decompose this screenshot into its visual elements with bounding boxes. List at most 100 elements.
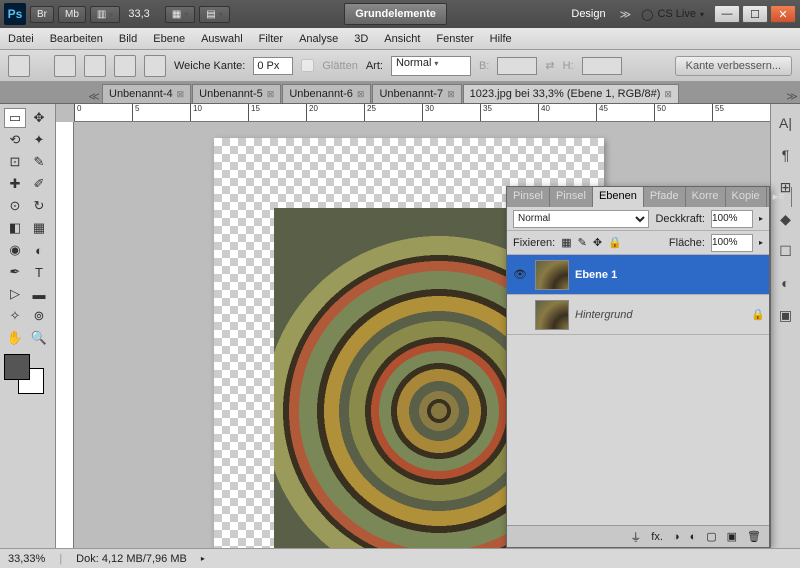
dodge-tool[interactable]: ◐	[28, 240, 50, 260]
layer-name[interactable]: Ebene 1	[575, 269, 617, 281]
menu-bearbeiten[interactable]: Bearbeiten	[50, 33, 103, 45]
history-brush-tool[interactable]: ↻	[28, 196, 50, 216]
paragraph-panel-icon[interactable]: ¶	[777, 146, 795, 164]
lock-pixels-icon[interactable]: ✎	[578, 236, 587, 249]
visibility-icon[interactable]: 👁	[511, 268, 529, 281]
layer-row[interactable]: Hintergrund 🔒	[507, 295, 769, 335]
menu-auswahl[interactable]: Auswahl	[201, 33, 243, 45]
new-layer-icon[interactable]: ▣	[727, 530, 737, 543]
lasso-tool[interactable]: ⟲	[4, 130, 26, 150]
lock-all-icon[interactable]: 🔒	[608, 236, 622, 249]
zoom-tool[interactable]: 🔍	[28, 328, 50, 348]
move-tool[interactable]: ✥	[28, 108, 50, 128]
doc-tab-active[interactable]: 1023.jpg bei 33,3% (Ebene 1, RGB/8#)⊠	[463, 84, 679, 103]
color-swatches[interactable]	[4, 354, 44, 394]
eyedropper-tool[interactable]: ✎	[28, 152, 50, 172]
selection-add[interactable]	[84, 55, 106, 77]
foreground-color[interactable]	[4, 354, 30, 380]
type-tool[interactable]: T	[28, 262, 50, 282]
layer-thumbnail[interactable]	[535, 300, 569, 330]
workspace-more[interactable]: ≫	[620, 8, 632, 21]
pen-tool[interactable]: ✒	[4, 262, 26, 282]
lock-transparency-icon[interactable]: ▦	[561, 236, 571, 249]
cs-live[interactable]: ◯CS Live▾	[635, 8, 710, 21]
fill-flyout-icon[interactable]: ▸	[759, 238, 763, 247]
opacity-input[interactable]	[711, 210, 753, 228]
brush-tool[interactable]: ✐	[28, 174, 50, 194]
menu-fenster[interactable]: Fenster	[436, 33, 473, 45]
panel-menu-icon[interactable]: ▸≡	[767, 187, 792, 207]
workspace-primary[interactable]: Grundelemente	[344, 3, 447, 25]
character-panel-icon[interactable]: A|	[777, 114, 795, 132]
opacity-flyout-icon[interactable]: ▸	[759, 214, 763, 223]
doc-tab[interactable]: Unbenannt-4⊠	[102, 84, 191, 103]
close-icon[interactable]: ⊠	[447, 89, 455, 100]
panel-tab[interactable]: Pinsel	[507, 187, 550, 207]
doc-tab[interactable]: Unbenannt-6⊠	[282, 84, 371, 103]
fx-icon[interactable]: fx.	[651, 531, 663, 543]
refine-edge-button[interactable]: Kante verbessern...	[675, 56, 792, 76]
adjustment-layer-icon[interactable]: ◐	[690, 531, 697, 543]
bridge-button[interactable]: Br	[30, 6, 54, 23]
tool-preset-button[interactable]	[8, 55, 30, 77]
style-select[interactable]: Normal	[391, 56, 471, 76]
group-icon[interactable]: ▢	[706, 530, 716, 543]
panel-tab[interactable]: Pinsel	[550, 187, 593, 207]
close-icon[interactable]: ⊠	[267, 89, 275, 100]
doc-tab[interactable]: Unbenannt-5⊠	[192, 84, 281, 103]
close-button[interactable]: ✕	[770, 5, 796, 23]
ruler-vertical[interactable]	[56, 122, 74, 548]
healing-tool[interactable]: ✚	[4, 174, 26, 194]
tab-scroll-right[interactable]: ≫	[784, 90, 800, 103]
magic-wand-tool[interactable]: ✦	[28, 130, 50, 150]
shape-tool[interactable]: ▬	[28, 284, 50, 304]
status-zoom[interactable]: 33,33%	[8, 553, 45, 565]
marquee-tool[interactable]: ▭	[4, 108, 26, 128]
layer-name[interactable]: Hintergrund	[575, 309, 632, 321]
selection-intersect[interactable]	[144, 55, 166, 77]
styles-panel-icon[interactable]: ◆	[777, 210, 795, 228]
fill-input[interactable]	[711, 234, 753, 252]
lock-position-icon[interactable]: ✥	[593, 236, 602, 249]
menu-analyse[interactable]: Analyse	[299, 33, 338, 45]
minimize-button[interactable]: —	[714, 5, 740, 23]
selection-new[interactable]	[54, 55, 76, 77]
status-flyout-icon[interactable]: ▸	[201, 554, 205, 563]
adjustments-panel-icon[interactable]: ◐	[777, 274, 795, 292]
mask-icon[interactable]: ◑	[673, 531, 680, 543]
delete-layer-icon[interactable]: 🗑	[747, 530, 761, 543]
menu-bild[interactable]: Bild	[119, 33, 137, 45]
arrange-button[interactable]: ▦	[165, 6, 195, 23]
layer-thumbnail[interactable]	[535, 260, 569, 290]
menu-filter[interactable]: Filter	[259, 33, 283, 45]
hand-tool[interactable]: ✋	[4, 328, 26, 348]
path-tool[interactable]: ▷	[4, 284, 26, 304]
menu-ebene[interactable]: Ebene	[153, 33, 185, 45]
3d-tool[interactable]: ✧	[4, 306, 26, 326]
maximize-button[interactable]: ☐	[742, 5, 768, 23]
doc-tab[interactable]: Unbenannt-7⊠	[372, 84, 461, 103]
panel-tab[interactable]: Kopie	[726, 187, 767, 207]
actions-panel-icon[interactable]: ▣	[777, 306, 795, 324]
eraser-tool[interactable]: ◧	[4, 218, 26, 238]
extras-button[interactable]: ▤	[199, 6, 229, 23]
link-layers-icon[interactable]: ⏚	[630, 529, 641, 545]
blend-mode-select[interactable]: Normal	[513, 210, 649, 228]
feather-input[interactable]	[253, 57, 293, 75]
menu-hilfe[interactable]: Hilfe	[490, 33, 512, 45]
close-icon[interactable]: ⊠	[177, 89, 185, 100]
minibridge-button[interactable]: Mb	[58, 6, 86, 23]
menu-datei[interactable]: Datei	[8, 33, 34, 45]
crop-tool[interactable]: ⊡	[4, 152, 26, 172]
menu-ansicht[interactable]: Ansicht	[384, 33, 420, 45]
workspace-secondary[interactable]: Design	[561, 4, 615, 24]
stamp-tool[interactable]: ⊙	[4, 196, 26, 216]
gradient-tool[interactable]: ▦	[28, 218, 50, 238]
3d-panel-icon[interactable]: ☐	[777, 242, 795, 260]
blur-tool[interactable]: ◉	[4, 240, 26, 260]
panel-tab-layers[interactable]: Ebenen	[593, 187, 644, 207]
panel-tab[interactable]: Pfade	[644, 187, 686, 207]
3d-camera-tool[interactable]: ⊚	[28, 306, 50, 326]
selection-subtract[interactable]	[114, 55, 136, 77]
close-icon[interactable]: ⊠	[357, 89, 365, 100]
